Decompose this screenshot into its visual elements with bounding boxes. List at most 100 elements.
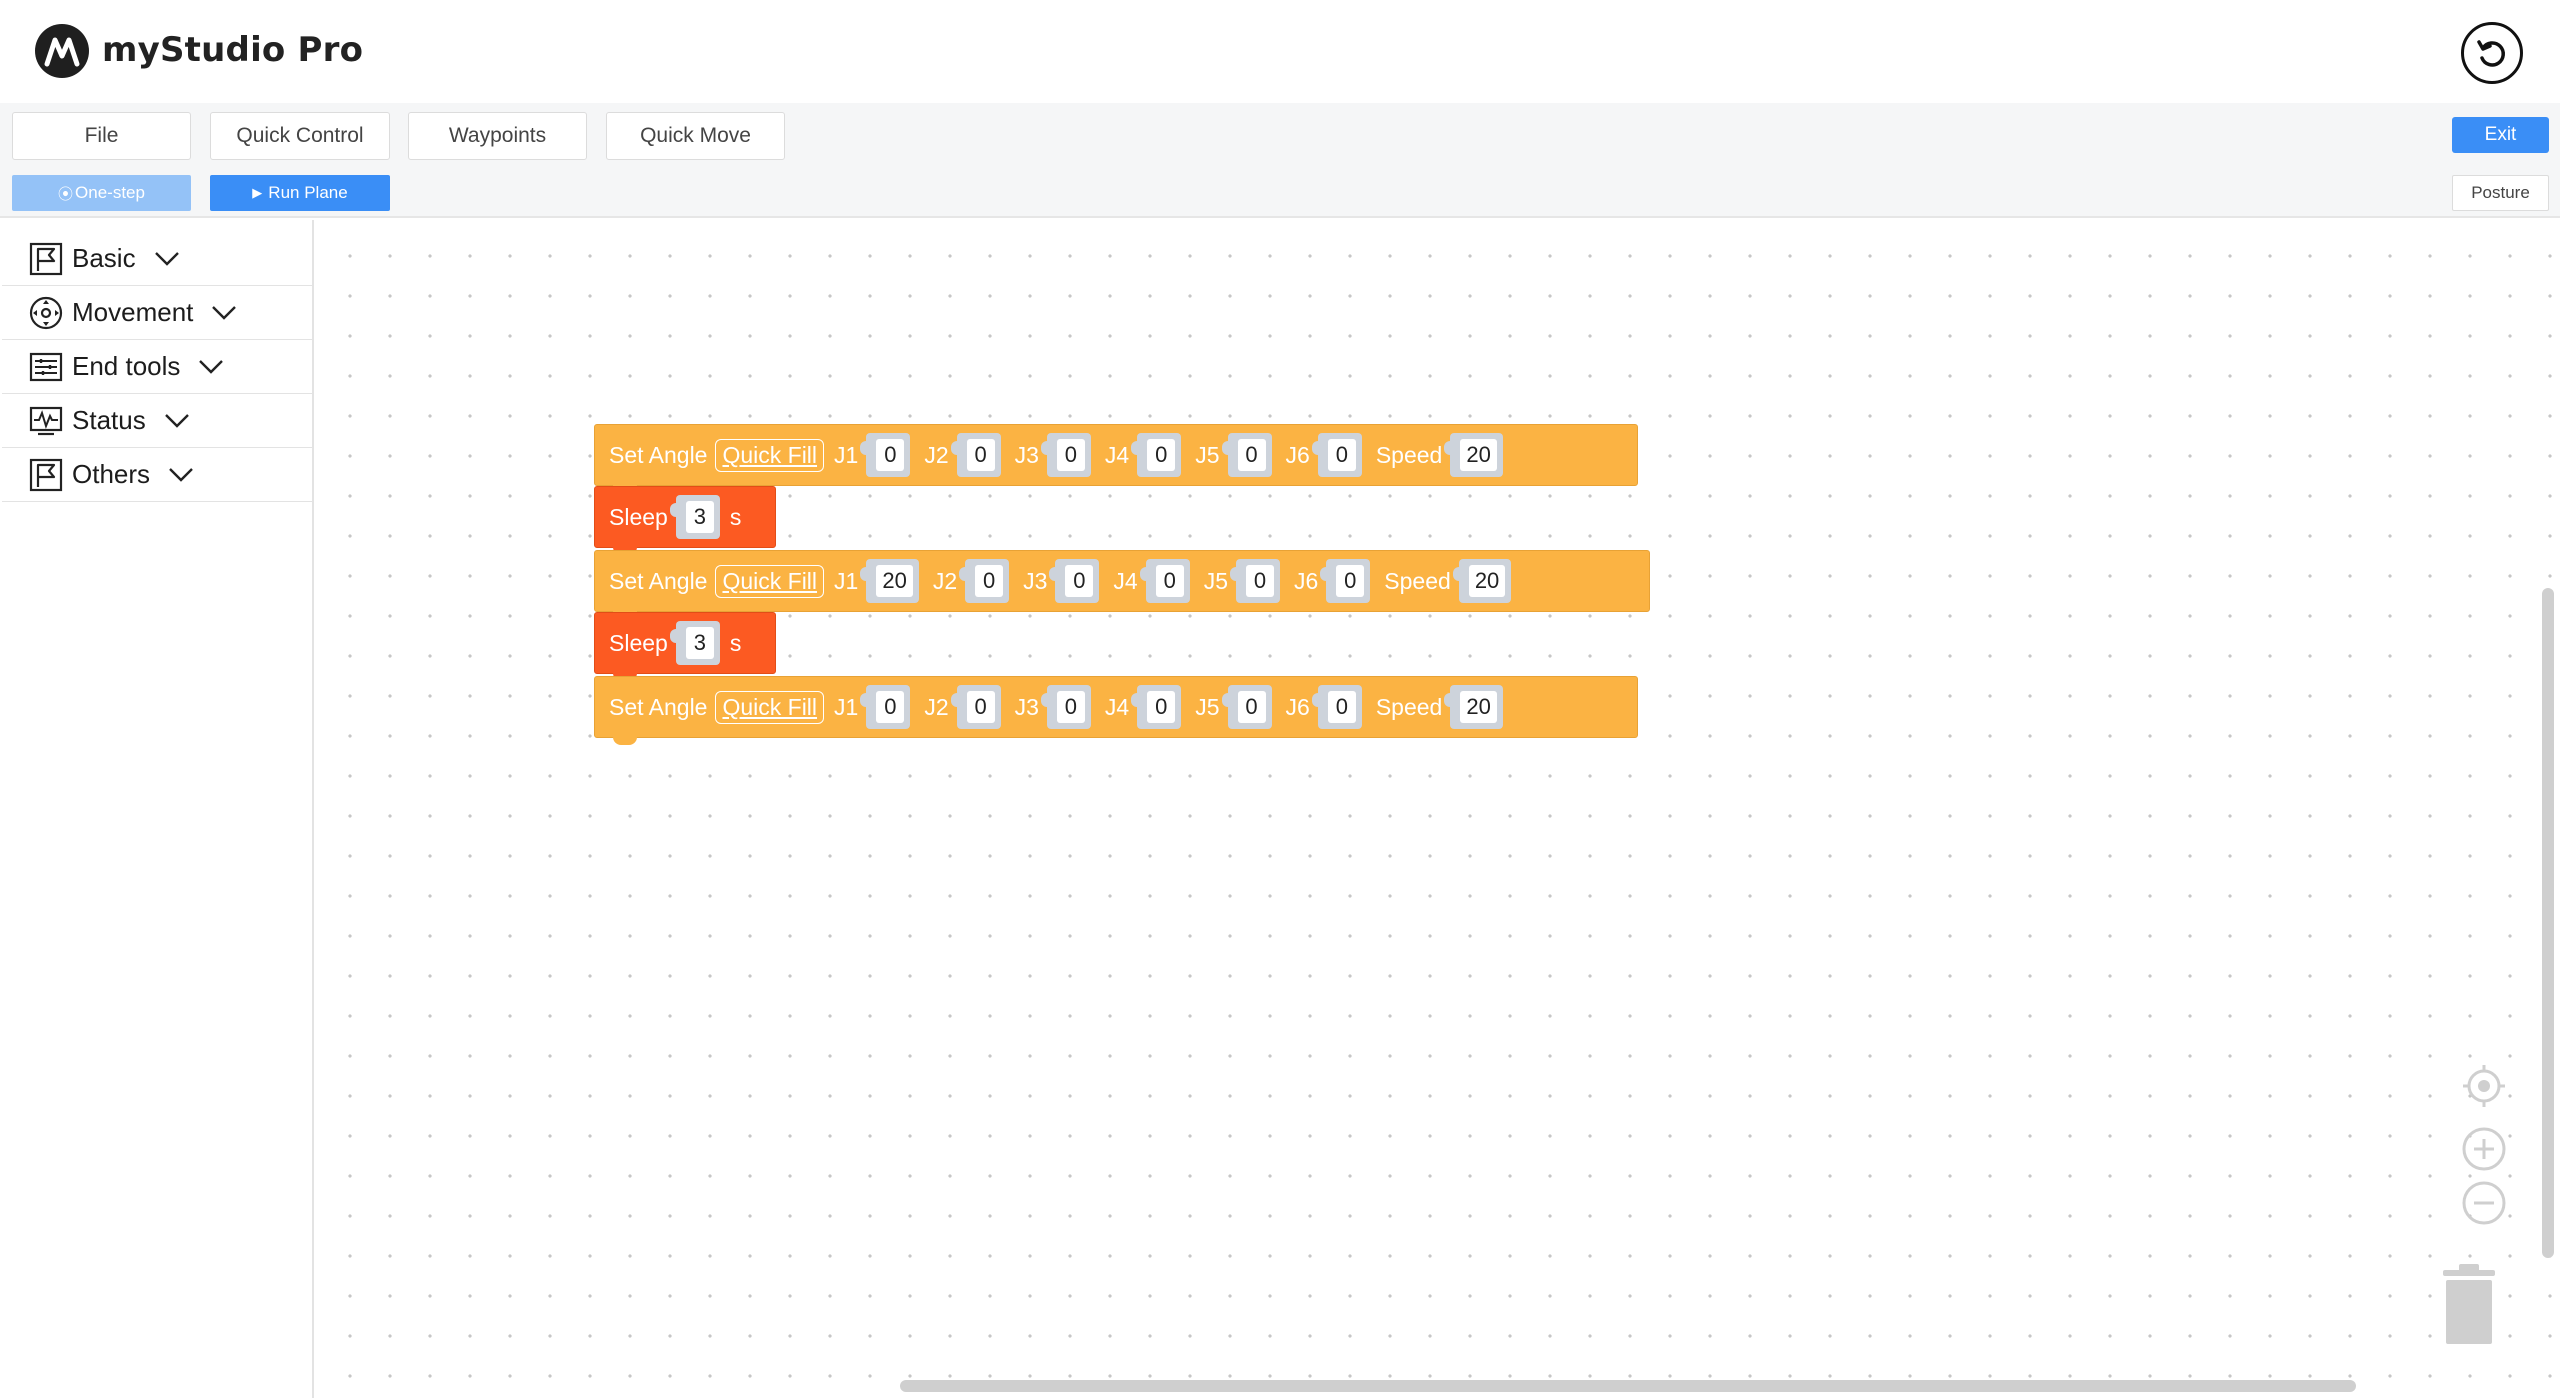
vertical-scrollbar[interactable] [2542, 588, 2554, 1258]
value-slot: 20 [1452, 559, 1512, 603]
tools-icon [29, 352, 63, 381]
recenter-button[interactable] [2461, 1063, 2507, 1109]
run-plane-button[interactable]: ▶ Run Plane [210, 175, 390, 211]
angle-value-field[interactable]: 0 [876, 439, 905, 471]
joint-label: J1 [834, 441, 859, 468]
speed-value-field[interactable]: 20 [1460, 691, 1497, 723]
angle-value-field[interactable]: 0 [966, 691, 995, 723]
joint-label: J3 [1014, 693, 1039, 720]
trash-icon [2443, 1264, 2495, 1344]
joint-label: J2 [932, 567, 958, 594]
angle-value-field[interactable]: 0 [975, 565, 1004, 597]
joint-label: J4 [1104, 441, 1130, 468]
undo-button[interactable] [2461, 22, 2523, 84]
speed-label: Speed [1384, 567, 1451, 594]
angle-value-field[interactable]: 0 [1065, 565, 1094, 597]
set-angle-block[interactable]: Set Angle Quick Fill J1 0 J2 0 J3 0 J4 0… [594, 676, 1638, 745]
sleep-value-field[interactable]: 3 [685, 627, 714, 659]
value-slot: 0 [1040, 433, 1091, 477]
quick-fill-button[interactable]: Quick Fill [715, 564, 825, 598]
value-slot: 3 [669, 621, 720, 665]
value-slot: 0 [1131, 685, 1182, 729]
move-icon [29, 296, 63, 329]
angle-value-field[interactable]: 0 [1336, 565, 1365, 597]
value-slot: 0 [959, 559, 1010, 603]
value-slot: 0 [1040, 685, 1091, 729]
sleep-block[interactable]: Sleep 3 s [594, 486, 776, 555]
joint-label: J3 [1023, 567, 1048, 594]
angle-value-field[interactable]: 0 [1237, 439, 1266, 471]
speed-label: Speed [1375, 693, 1443, 720]
angle-value-field[interactable]: 0 [1056, 691, 1085, 723]
angle-value-field[interactable]: 0 [966, 439, 995, 471]
speed-value-field[interactable]: 20 [1468, 565, 1506, 597]
horizontal-scrollbar[interactable] [900, 1380, 2356, 1392]
zoom-out-icon [2462, 1181, 2506, 1225]
quick-move-button[interactable]: Quick Move [606, 112, 785, 160]
category-movement[interactable]: Movement [2, 286, 312, 340]
value-slot: 0 [860, 433, 911, 477]
sleep-label: Sleep [609, 503, 668, 530]
category-others[interactable]: Others [2, 448, 312, 502]
quick-fill-button[interactable]: Quick Fill [715, 438, 825, 472]
speed-value-field[interactable]: 20 [1460, 439, 1497, 471]
category-label: Movement [72, 297, 194, 327]
joint-label: J6 [1285, 441, 1310, 468]
category-label: End tools [72, 351, 181, 381]
sleep-unit-label: s [729, 503, 742, 530]
category-status[interactable]: Status [2, 394, 312, 448]
sleep-value-field[interactable]: 3 [685, 501, 714, 533]
value-slot: 0 [1230, 559, 1280, 603]
toolbar: File Quick Control Waypoints Quick Move … [0, 103, 2560, 218]
zoom-in-button[interactable] [2461, 1126, 2507, 1172]
value-slot: 0 [1139, 559, 1190, 603]
logo-icon [35, 24, 89, 78]
joint-label: J4 [1104, 693, 1130, 720]
angle-value-field[interactable]: 0 [1327, 439, 1356, 471]
value-slot: 0 [1049, 559, 1100, 603]
joint-label: J1 [834, 567, 859, 594]
angle-value-field[interactable]: 0 [1327, 691, 1356, 723]
trash-can[interactable] [2439, 1262, 2499, 1346]
joint-label: J4 [1113, 567, 1138, 594]
angle-value-field[interactable]: 0 [1237, 691, 1266, 723]
sleep-unit-label: s [729, 629, 742, 656]
one-step-button[interactable]: ⦿ One-step [12, 175, 191, 211]
waypoints-button[interactable]: Waypoints [408, 112, 587, 160]
joint-label: J6 [1294, 567, 1319, 594]
joint-label: J2 [924, 693, 949, 720]
chevron-down-icon [164, 413, 189, 428]
set-angle-block[interactable]: Set Angle Quick Fill J1 20 J2 0 J3 0 J4 … [594, 550, 1650, 619]
value-slot: 0 [1311, 685, 1362, 729]
one-step-label: One-step [75, 183, 145, 202]
chevron-down-icon [199, 359, 224, 374]
zoom-out-button[interactable] [2461, 1180, 2507, 1226]
set-angle-block[interactable]: Set Angle Quick Fill J1 0 J2 0 J3 0 J4 0… [594, 424, 1638, 493]
angle-value-field[interactable]: 0 [1147, 691, 1176, 723]
category-end-tools[interactable]: End tools [2, 340, 312, 394]
posture-button[interactable]: Posture [2452, 175, 2549, 211]
value-slot: 3 [669, 495, 720, 539]
flag-icon [29, 458, 63, 491]
category-label: Status [72, 405, 146, 435]
angle-value-field[interactable]: 0 [876, 691, 905, 723]
category-label: Others [72, 459, 151, 489]
exit-button[interactable]: Exit [2452, 117, 2549, 153]
file-menu-button[interactable]: File [12, 112, 191, 160]
angle-value-field[interactable]: 20 [876, 565, 913, 597]
quick-fill-button[interactable]: Quick Fill [715, 690, 825, 724]
joint-label: J5 [1203, 567, 1228, 594]
app-header: myStudio Pro [0, 0, 2560, 103]
angle-value-field[interactable]: 0 [1155, 565, 1184, 597]
sleep-block[interactable]: Sleep 3 s [594, 612, 776, 681]
category-basic[interactable]: Basic [2, 232, 312, 286]
block-workspace[interactable]: Set Angle Quick Fill J1 0 J2 0 J3 0 J4 0… [316, 220, 2560, 1398]
block-category-sidebar: Basic Movement End tools Status Others [0, 220, 314, 1398]
angle-value-field[interactable]: 0 [1246, 565, 1274, 597]
angle-value-field[interactable]: 0 [1147, 439, 1176, 471]
value-slot: 0 [1320, 559, 1371, 603]
quick-control-button[interactable]: Quick Control [210, 112, 390, 160]
angle-value-field[interactable]: 0 [1056, 439, 1085, 471]
zoom-in-icon [2462, 1127, 2506, 1171]
value-slot: 20 [1444, 433, 1503, 477]
